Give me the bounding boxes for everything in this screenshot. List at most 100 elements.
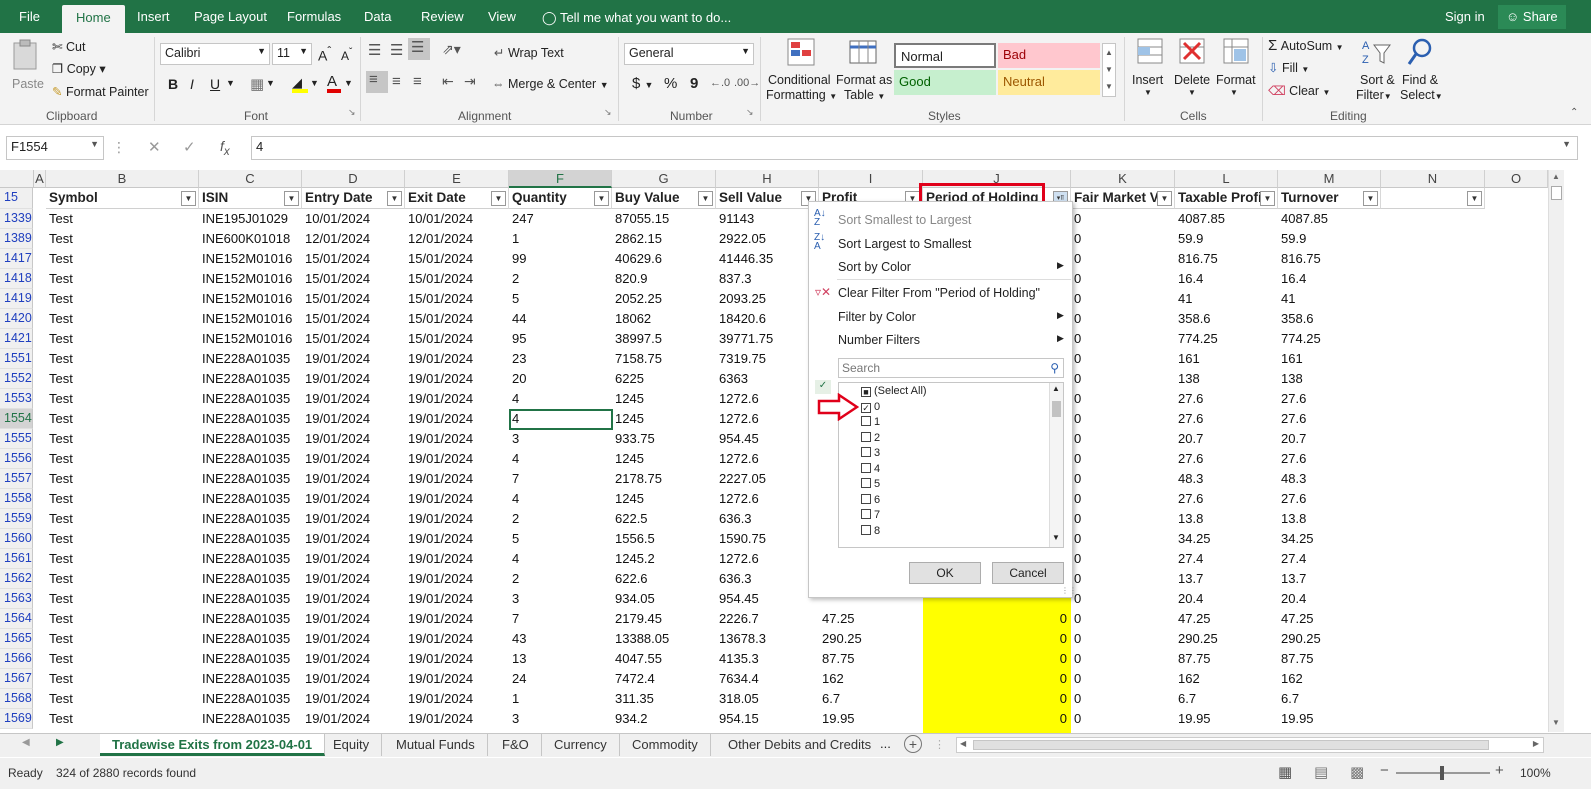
insert-cells-button[interactable]: Insert ▼: [1130, 37, 1170, 107]
table-cell[interactable]: 23: [509, 349, 612, 369]
table-cell[interactable]: 19/01/2024: [405, 609, 509, 629]
format-cells-button[interactable]: Format ▼: [1214, 37, 1258, 107]
table-cell[interactable]: INE228A01035: [199, 429, 302, 449]
table-cell[interactable]: 0: [1071, 609, 1175, 629]
autosum-button[interactable]: Σ AutoSum ▼: [1268, 37, 1344, 54]
zoom-level[interactable]: 100%: [1520, 766, 1551, 780]
table-cell[interactable]: 20.4: [1278, 589, 1381, 609]
table-cell[interactable]: 0: [1071, 549, 1175, 569]
table-cell[interactable]: 636.3: [716, 569, 819, 589]
table-cell[interactable]: INE228A01035: [199, 449, 302, 469]
align-left-icon[interactable]: ≡: [366, 71, 388, 93]
table-cell[interactable]: 19/01/2024: [302, 549, 405, 569]
zoom-slider[interactable]: [1396, 766, 1490, 780]
table-cell[interactable]: 2: [509, 509, 612, 529]
column-header-n[interactable]: N: [1381, 170, 1485, 188]
table-cell[interactable]: INE228A01035: [199, 349, 302, 369]
table-cell[interactable]: INE152M01016: [199, 329, 302, 349]
table-cell[interactable]: INE228A01035: [199, 409, 302, 429]
table-cell[interactable]: INE228A01035: [199, 469, 302, 489]
row-header[interactable]: 1339: [0, 209, 33, 229]
table-cell[interactable]: 20.7: [1278, 429, 1381, 449]
table-cell[interactable]: 27.4: [1278, 549, 1381, 569]
table-cell[interactable]: 18420.6: [716, 309, 819, 329]
tab-review[interactable]: Review: [421, 9, 464, 24]
filter-dropdown-icon[interactable]: ▼: [1363, 191, 1378, 206]
table-cell[interactable]: INE600K01018: [199, 229, 302, 249]
table-cell[interactable]: 3: [509, 589, 612, 609]
table-cell[interactable]: 1245: [612, 409, 716, 429]
table-cell[interactable]: 774.25: [1175, 329, 1278, 349]
table-cell[interactable]: INE228A01035: [199, 689, 302, 709]
increase-decimal-icon[interactable]: ←.0: [710, 77, 730, 89]
table-cell[interactable]: 95: [509, 329, 612, 349]
tell-me-box[interactable]: ◯ Tell me what you want to do...: [542, 10, 731, 26]
table-cell[interactable]: INE228A01035: [199, 609, 302, 629]
table-cell[interactable]: 7: [509, 469, 612, 489]
table-cell[interactable]: Test: [46, 289, 199, 309]
filter-dropdown-icon[interactable]: ▼: [284, 191, 299, 206]
table-cell[interactable]: 1245: [612, 449, 716, 469]
filter-value-item[interactable]: 7: [861, 509, 880, 521]
table-cell[interactable]: 19/01/2024: [302, 629, 405, 649]
sheet-tab-tradewise[interactable]: Tradewise Exits from 2023-04-01: [100, 734, 326, 756]
table-cell[interactable]: 19/01/2024: [302, 609, 405, 629]
table-cell[interactable]: Test: [46, 669, 199, 689]
checkbox-icon[interactable]: [861, 416, 871, 426]
table-cell[interactable]: 15/01/2024: [405, 309, 509, 329]
table-cell[interactable]: 0: [1071, 429, 1175, 449]
table-cell[interactable]: 4087.85: [1278, 209, 1381, 229]
table-cell[interactable]: 820.9: [612, 269, 716, 289]
table-cell[interactable]: 19/01/2024: [302, 369, 405, 389]
table-cell[interactable]: 162: [1175, 669, 1278, 689]
table-cell[interactable]: 12/01/2024: [302, 229, 405, 249]
table-cell[interactable]: 19/01/2024: [302, 589, 405, 609]
style-neutral[interactable]: Neutral: [998, 70, 1100, 95]
filter-by-color-item[interactable]: Filter by Color: [838, 310, 916, 324]
row-header[interactable]: 15: [0, 188, 33, 209]
table-cell[interactable]: 0: [1071, 509, 1175, 529]
table-cell[interactable]: 2862.15: [612, 229, 716, 249]
table-cell[interactable]: 10/01/2024: [302, 209, 405, 229]
row-header[interactable]: 1419: [0, 289, 33, 309]
table-cell[interactable]: 43: [509, 629, 612, 649]
checkbox-icon[interactable]: ✓: [861, 402, 871, 413]
column-header-m[interactable]: M: [1278, 170, 1381, 188]
table-cell[interactable]: 27.6: [1175, 449, 1278, 469]
table-cell[interactable]: 27.6: [1278, 389, 1381, 409]
table-cell[interactable]: 138: [1278, 369, 1381, 389]
table-cell[interactable]: 4: [509, 549, 612, 569]
format-painter-button[interactable]: ✎ Format Painter: [52, 84, 149, 99]
table-cell[interactable]: INE228A01035: [199, 569, 302, 589]
sort-by-color-item[interactable]: Sort by Color: [838, 260, 911, 274]
table-cell[interactable]: 161: [1175, 349, 1278, 369]
row-header[interactable]: 1417: [0, 249, 33, 269]
row-header[interactable]: 1562: [0, 569, 33, 589]
table-cell[interactable]: 15/01/2024: [302, 269, 405, 289]
cancel-entry-icon[interactable]: ✕: [148, 138, 161, 156]
table-cell[interactable]: 247: [509, 209, 612, 229]
filter-dropdown-icon[interactable]: ▼: [1157, 191, 1172, 206]
checkbox-icon[interactable]: [861, 524, 871, 535]
table-cell[interactable]: 934.2: [612, 709, 716, 729]
table-cell[interactable]: 4: [509, 489, 612, 509]
column-header-c[interactable]: C: [199, 170, 302, 188]
table-cell[interactable]: 41: [1278, 289, 1381, 309]
row-header[interactable]: 1561: [0, 549, 33, 569]
table-cell[interactable]: 6225: [612, 369, 716, 389]
table-cell[interactable]: 0: [1071, 489, 1175, 509]
table-cell[interactable]: 290.25: [819, 629, 923, 649]
filter-dropdown-icon[interactable]: ▼: [1260, 191, 1275, 206]
column-header-k[interactable]: K: [1071, 170, 1175, 188]
table-cell[interactable]: Test: [46, 429, 199, 449]
table-cell[interactable]: 6.7: [1278, 689, 1381, 709]
table-cell[interactable]: 2: [509, 269, 612, 289]
table-cell[interactable]: 138: [1175, 369, 1278, 389]
column-header-o[interactable]: O: [1485, 170, 1548, 188]
table-cell[interactable]: 0: [1071, 389, 1175, 409]
align-top-icon[interactable]: ☰: [368, 41, 381, 59]
row-header[interactable]: 1389: [0, 229, 33, 249]
table-cell[interactable]: 19.95: [1175, 709, 1278, 729]
checkbox-icon[interactable]: [861, 462, 871, 473]
table-cell[interactable]: 19/01/2024: [302, 509, 405, 529]
